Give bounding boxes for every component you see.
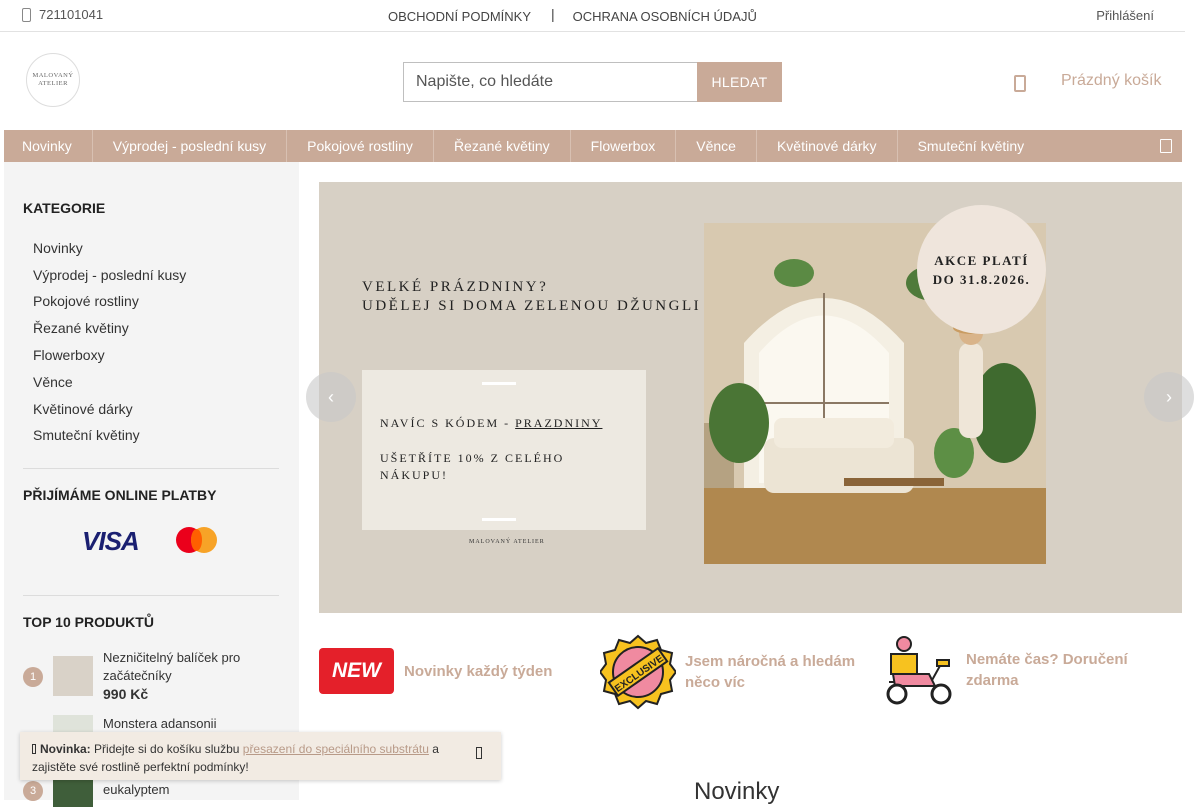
logo-text-1: MALOVANÝ: [32, 72, 74, 80]
headline-line: UDĚLEJ SI DOMA ZELENOU DŽUNGLI: [362, 298, 702, 314]
search-button[interactable]: HLEDAT: [697, 62, 782, 102]
notification-text-part: Přidejte si do košíku službu: [90, 742, 243, 756]
nav-more-icon[interactable]: [1160, 139, 1172, 153]
repotting-service-link[interactable]: přesazení do speciálního substrátu: [243, 742, 429, 756]
category-rezane-kvetiny[interactable]: Řezané květiny: [33, 320, 129, 336]
visa-logo: VISA: [82, 526, 140, 556]
search-form: HLEDAT: [403, 62, 782, 102]
phone-contact[interactable]: 721101041: [22, 7, 103, 22]
nav-item-pokojove-rostliny[interactable]: Pokojové rostliny: [287, 130, 434, 162]
category-vyprodej[interactable]: Výprodej - poslední kusy: [33, 267, 186, 283]
close-icon[interactable]: [476, 747, 482, 759]
mastercard-logo: [176, 526, 218, 554]
banner-code-box: NAVÍC S KÓDEM - PRAZDNINY UŠETŘÍTE 10% Z…: [362, 370, 646, 530]
header: MALOVANÝ ATELIER HLEDAT Prázdný košík: [0, 32, 1185, 130]
feature-text: Nemáte čas? Doručení zdarma: [966, 651, 1128, 689]
login-link[interactable]: Přihlášení: [1096, 8, 1154, 23]
headline-line: VELKÉ PRÁZDNINY?: [362, 279, 549, 295]
nav-item-vence[interactable]: Věnce: [676, 130, 757, 162]
category-vence[interactable]: Věnce: [33, 374, 73, 390]
nav-item-vyprodej[interactable]: Výprodej - poslední kusy: [93, 130, 288, 162]
notification-text: Novinka: Přidejte si do košíku službu př…: [32, 740, 452, 776]
phone-number: 721101041: [39, 7, 104, 22]
feature-new: NEW Novinky každý týden: [319, 648, 552, 694]
banner-brand: MALOVANÝ ATELIER: [469, 539, 545, 545]
top-products-title: TOP 10 PRODUKTŮ: [23, 614, 154, 630]
nav-item-kvetinove-darky[interactable]: Květinové dárky: [757, 130, 898, 162]
divider: [23, 468, 279, 469]
top-bar: 721101041 OBCHODNÍ PODMÍNKY | OCHRANA OS…: [0, 0, 1185, 32]
feature-text: Jsem náročná a hledám něco víc: [685, 653, 856, 691]
discount-code: PRAZDNINY: [515, 416, 603, 430]
feature-delivery: Nemáte čas? Doručení zdarma: [881, 634, 1146, 706]
nav-label: Výprodej - poslední kusy: [112, 138, 267, 154]
promo-line: DO 31.8.2026.: [932, 271, 1031, 287]
privacy-link[interactable]: OCHRANA OSOBNÍCH ÚDAJŮ: [573, 9, 757, 24]
payments-title: PŘIJÍMÁME ONLINE PLATBY: [23, 487, 217, 503]
rank-badge: 3: [23, 781, 43, 801]
divider: [23, 595, 279, 596]
exclusive-badge-icon: EXCLUSIVE: [600, 634, 676, 710]
chevron-left-icon: ‹: [328, 387, 334, 407]
terms-link[interactable]: OBCHODNÍ PODMÍNKY: [388, 9, 531, 24]
nav-label: Smuteční květiny: [917, 138, 1025, 154]
nav-item-flowerbox[interactable]: Flowerbox: [571, 130, 677, 162]
info-links: OBCHODNÍ PODMÍNKY | OCHRANA OSOBNÍCH ÚDA…: [388, 6, 757, 24]
category-kvetinove-darky[interactable]: Květinové dárky: [33, 401, 133, 417]
notification-bar: Novinka: Přidejte si do košíku službu př…: [20, 732, 501, 780]
scooter-delivery-icon: [886, 636, 952, 705]
category-flowerboxy[interactable]: Flowerboxy: [33, 347, 105, 363]
nav-label: Flowerbox: [590, 138, 656, 154]
decor-bar: [482, 382, 516, 385]
rank-badge: 1: [23, 667, 43, 687]
decor-bar: [482, 518, 516, 521]
nav-label: Řezané květiny: [453, 138, 550, 154]
link-separator: |: [551, 6, 555, 22]
nav-label: Věnce: [696, 138, 736, 154]
promo-line: AKCE PLATÍ: [934, 252, 1029, 268]
logo[interactable]: MALOVANÝ ATELIER: [26, 53, 80, 107]
nav-item-rezane-kvetiny[interactable]: Řezané květiny: [434, 130, 571, 162]
phone-icon: [22, 7, 31, 22]
cart-link[interactable]: Prázdný košík: [1014, 72, 1162, 92]
savings-line: UŠETŘÍTE 10% Z CELÉHO: [380, 451, 565, 465]
nav-label: Pokojové rostliny: [307, 138, 413, 154]
logo-text-2: ATELIER: [38, 80, 68, 87]
product-price: 990 Kč: [103, 686, 149, 702]
sidebar: KATEGORIE Novinky Výprodej - poslední ku…: [4, 162, 299, 807]
product-name[interactable]: Nezničitelný balíček pro začátečníky: [103, 649, 273, 685]
banner-code-text: NAVÍC S KÓDEM - PRAZDNINY: [380, 416, 602, 431]
product-thumbnail: [53, 656, 93, 696]
cart-icon: [1014, 74, 1026, 92]
savings-line: NÁKUPU!: [380, 468, 448, 482]
main-nav: Novinky Výprodej - poslední kusy Pokojov…: [4, 130, 1182, 162]
info-icon: [32, 744, 36, 754]
new-badge-icon: NEW: [319, 648, 394, 694]
nav-label: Novinky: [22, 138, 72, 154]
nav-item-smutecni-kvetiny[interactable]: Smuteční květiny: [898, 130, 1045, 162]
notification-label: Novinka:: [40, 742, 91, 756]
category-pokojove-rostliny[interactable]: Pokojové rostliny: [33, 293, 139, 309]
banner-headline: VELKÉ PRÁZDNINY? UDĚLEJ SI DOMA ZELENOU …: [362, 278, 701, 316]
cart-label: Prázdný košík: [1061, 72, 1162, 89]
product-name[interactable]: Monstera adansonii: [103, 715, 273, 733]
banner-prev-button[interactable]: ‹: [306, 372, 356, 422]
search-input[interactable]: [403, 62, 697, 102]
promo-validity-badge: AKCE PLATÍ DO 31.8.2026.: [917, 205, 1046, 334]
banner-savings: UŠETŘÍTE 10% Z CELÉHO NÁKUPU!: [380, 450, 564, 484]
section-title: Novinky: [694, 778, 780, 805]
nav-item-novinky[interactable]: Novinky: [4, 130, 93, 162]
feature-text: Novinky každý týden: [404, 662, 553, 680]
promo-banner[interactable]: VELKÉ PRÁZDNINY? UDĚLEJ SI DOMA ZELENOU …: [319, 182, 1182, 613]
chevron-right-icon: ›: [1166, 387, 1172, 407]
code-prefix: NAVÍC S KÓDEM -: [380, 416, 516, 430]
nav-label: Květinové dárky: [776, 138, 877, 154]
banner-next-button[interactable]: ›: [1144, 372, 1194, 422]
category-smutecni-kvetiny[interactable]: Smuteční květiny: [33, 427, 140, 443]
category-novinky[interactable]: Novinky: [33, 240, 83, 256]
feature-exclusive: EXCLUSIVE Jsem náročná a hledám něco víc: [600, 634, 865, 710]
categories-title: KATEGORIE: [23, 200, 106, 216]
